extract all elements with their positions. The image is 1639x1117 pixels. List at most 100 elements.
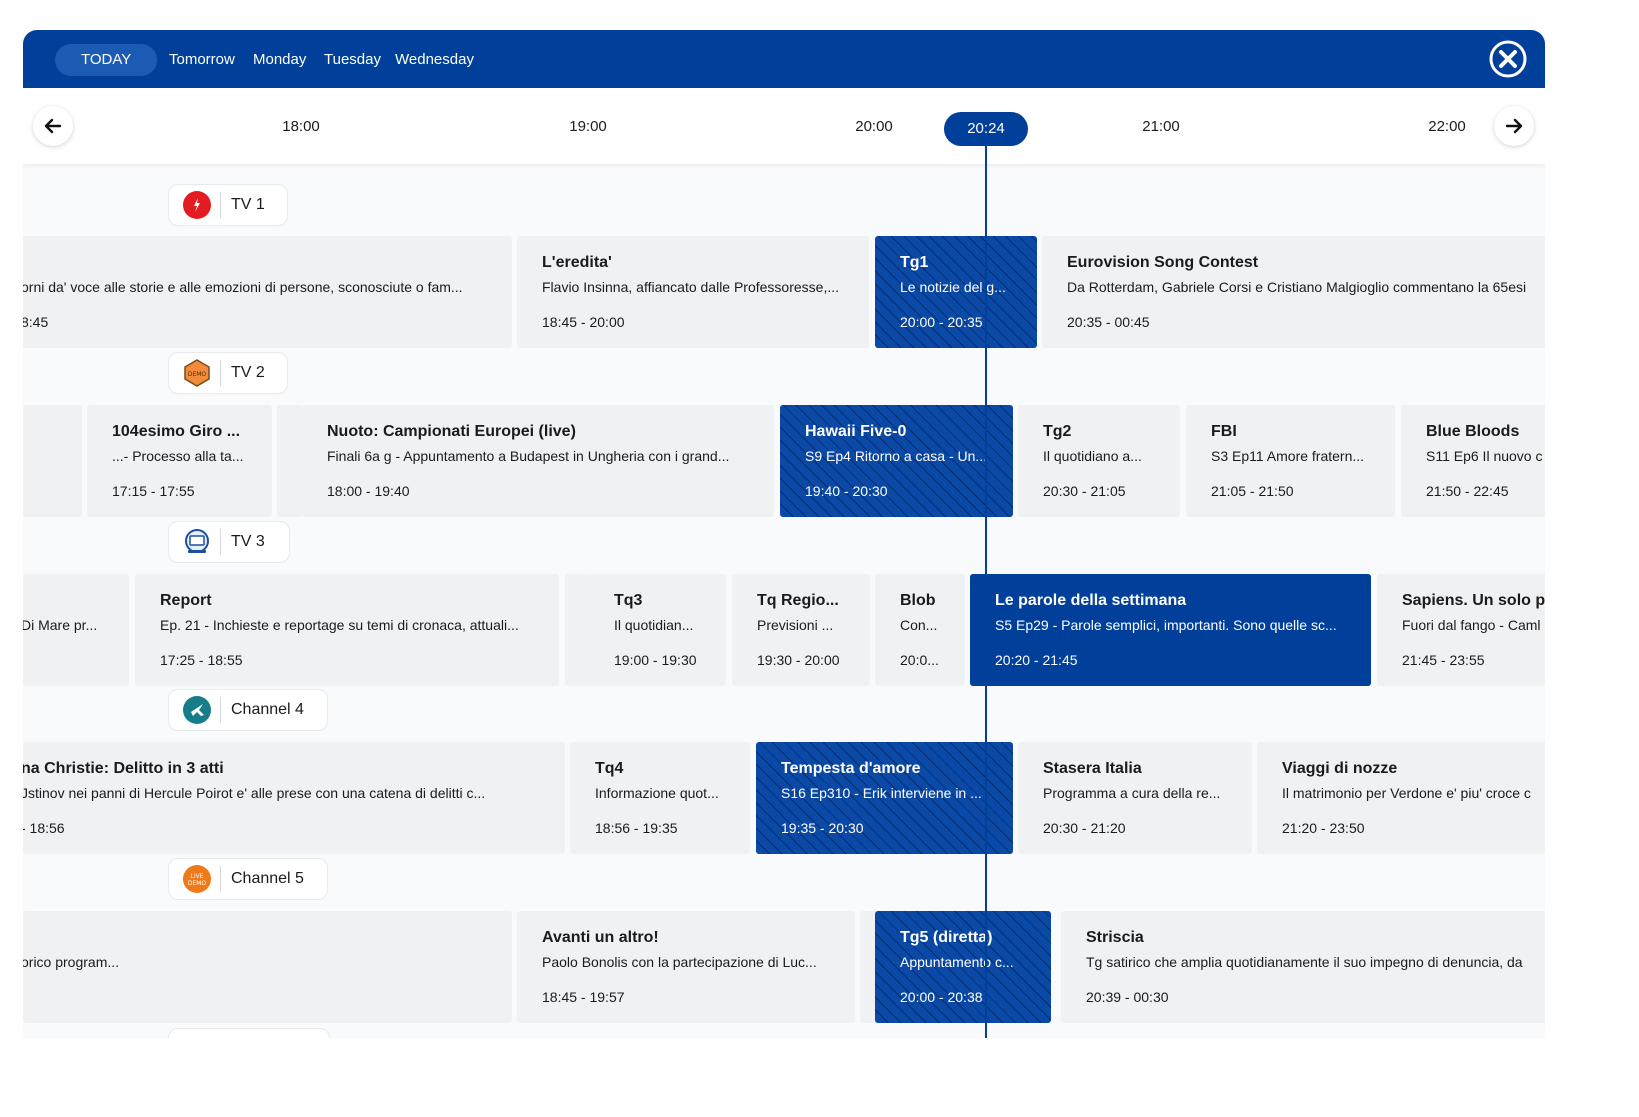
- tab-wednesday[interactable]: Wednesday: [395, 44, 474, 76]
- program-card-current[interactable]: Tg5 (diretta) Appuntamento c... 20:00 - …: [875, 911, 1051, 1023]
- program-title: Tg5 (diretta): [900, 929, 993, 946]
- program-time: 18:56 - 19:35: [595, 820, 678, 836]
- program-description: orni da' voce alle storie e alle emozion…: [23, 279, 463, 295]
- program-time: 20:35 - 00:45: [1067, 314, 1150, 330]
- channel-label-channel4[interactable]: Channel 4: [168, 689, 328, 731]
- separator: [220, 360, 221, 386]
- program-card[interactable]: 104esimo Giro ... ...- Processo alla ta.…: [87, 405, 272, 517]
- program-title: Le parole della settimana: [995, 592, 1187, 609]
- program-card[interactable]: Blue Bloods S11 Ep6 Il nuovo c 21:50 - 2…: [1401, 405, 1545, 517]
- scroll-back-button[interactable]: [33, 106, 73, 146]
- channel-label-tv3[interactable]: TV 3: [168, 521, 290, 563]
- program-card[interactable]: Tq4 Informazione quot... 18:56 - 19:35: [570, 742, 750, 854]
- program-card[interactable]: Tg2 Il quotidiano a... 20:30 - 21:05: [1018, 405, 1180, 517]
- program-card[interactable]: Report Ep. 21 - Inchieste e reportage su…: [135, 574, 559, 686]
- channel-label-next[interactable]: [168, 1028, 330, 1038]
- time-tick: 18:00: [282, 118, 320, 135]
- program-card[interactable]: [277, 405, 302, 517]
- tab-tomorrow[interactable]: Tomorrow: [169, 44, 235, 76]
- separator: [220, 192, 221, 218]
- program-description: Il quotidiano a...: [1043, 448, 1142, 464]
- arrow-left-icon: [44, 118, 62, 134]
- program-title: Tq4: [595, 760, 624, 777]
- program-time: 17:15 - 17:55: [112, 483, 195, 499]
- program-card[interactable]: Tq Regio... Previsioni ... 19:30 - 20:00: [732, 574, 870, 686]
- program-time: 21:20 - 23:50: [1282, 820, 1365, 836]
- program-description: Fuori dal fango - Caml: [1402, 617, 1541, 633]
- program-title: Striscia: [1086, 929, 1144, 946]
- program-title: Tg2: [1043, 423, 1072, 440]
- program-card[interactable]: FBI S3 Ep11 Amore fratern... 21:05 - 21:…: [1186, 405, 1395, 517]
- program-card[interactable]: Viaggi di nozze Il matrimonio per Verdon…: [1257, 742, 1545, 854]
- current-time-badge: 20:24: [944, 112, 1028, 146]
- program-title: Sapiens. Un solo pi: [1402, 592, 1545, 609]
- tv-guide: TODAY Tomorrow Monday Tuesday Wednesday …: [23, 30, 1545, 1038]
- channel4-logo-icon: [183, 696, 211, 724]
- program-card[interactable]: Di Mare pr...: [23, 574, 129, 686]
- program-description: Le notizie del g...: [900, 279, 1006, 295]
- program-card[interactable]: Blob Con... 20:0...: [875, 574, 965, 686]
- program-card[interactable]: [23, 405, 82, 517]
- tab-monday[interactable]: Monday: [253, 44, 306, 76]
- separator: [220, 866, 221, 892]
- svg-text:DEMO: DEMO: [188, 880, 207, 887]
- program-description: Ep. 21 - Inchieste e reportage su temi d…: [160, 617, 519, 633]
- program-card[interactable]: orni da' voce alle storie e alle emozion…: [23, 236, 512, 348]
- program-card[interactable]: Sapiens. Un solo pi Fuori dal fango - Ca…: [1377, 574, 1545, 686]
- time-tick: 19:00: [569, 118, 607, 135]
- program-time: 20:39 - 00:30: [1086, 989, 1169, 1005]
- program-description: ...- Processo alla ta...: [112, 448, 244, 464]
- program-title: Nuoto: Campionati Europei (live): [327, 423, 576, 440]
- program-description: Paolo Bonolis con la partecipazione di L…: [542, 954, 817, 970]
- program-description: S9 Ep4 Ritorno a casa - Un...: [805, 448, 988, 464]
- program-card[interactable]: orico program...: [23, 911, 512, 1023]
- program-card[interactable]: [565, 574, 590, 686]
- program-time: 21:45 - 23:55: [1402, 652, 1485, 668]
- program-title: Tq Regio...: [757, 592, 839, 609]
- program-time: 19:30 - 20:00: [757, 652, 840, 668]
- program-title: Stasera Italia: [1043, 760, 1142, 777]
- program-card[interactable]: na Christie: Delitto in 3 atti Jstinov n…: [23, 742, 565, 854]
- channel-name: TV 3: [231, 533, 265, 550]
- program-card-current[interactable]: Tg1 Le notizie del g... 20:00 - 20:35: [875, 236, 1037, 348]
- program-description: Jstinov nei panni di Hercule Poirot e' a…: [23, 785, 486, 801]
- program-card[interactable]: Striscia Tg satirico che amplia quotidia…: [1061, 911, 1545, 1023]
- tv3-logo-icon: [183, 528, 211, 556]
- channel-label-tv1[interactable]: TV 1: [168, 184, 288, 226]
- channel-label-channel5[interactable]: LIVE DEMO Channel 5: [168, 858, 328, 900]
- program-card-current[interactable]: Tempesta d'amore S16 Ep310 - Erik interv…: [756, 742, 1013, 854]
- close-button[interactable]: [1488, 39, 1528, 79]
- tab-tuesday[interactable]: Tuesday: [324, 44, 381, 76]
- program-time: 18:00 - 19:40: [327, 483, 410, 499]
- program-title: 104esimo Giro ...: [112, 423, 241, 440]
- program-card[interactable]: Avanti un altro! Paolo Bonolis con la pa…: [517, 911, 855, 1023]
- svg-text:LIVE: LIVE: [190, 873, 203, 880]
- scroll-forward-button[interactable]: [1494, 106, 1534, 146]
- program-card[interactable]: L'eredita' Flavio Insinna, affiancato da…: [517, 236, 869, 348]
- program-time: 19:35 - 20:30: [781, 820, 864, 836]
- program-time: 20:30 - 21:05: [1043, 483, 1126, 499]
- program-title: Blob: [900, 592, 936, 609]
- channel5-logo-icon: LIVE DEMO: [183, 865, 211, 893]
- program-description: Di Mare pr...: [23, 617, 98, 633]
- program-card-current[interactable]: Le parole della settimana S5 Ep29 - Paro…: [970, 574, 1371, 686]
- program-card[interactable]: Tq3 Il quotidian... 19:00 - 19:30: [589, 574, 726, 686]
- program-card[interactable]: Nuoto: Campionati Europei (live) Finali …: [302, 405, 774, 517]
- separator: [220, 529, 221, 555]
- program-description: orico program...: [23, 954, 120, 970]
- program-card[interactable]: Stasera Italia Programma a cura della re…: [1018, 742, 1252, 854]
- current-time-line: [985, 146, 987, 1038]
- program-time: 19:00 - 19:30: [614, 652, 697, 668]
- program-time: - 18:56: [23, 820, 65, 836]
- program-description: Il quotidian...: [614, 617, 694, 633]
- tab-today[interactable]: TODAY: [55, 44, 158, 76]
- channel-label-tv2[interactable]: DEMO TV 2: [168, 352, 288, 394]
- program-description: Informazione quot...: [595, 785, 719, 801]
- separator: [220, 697, 221, 723]
- program-card-current[interactable]: Hawaii Five-0 S9 Ep4 Ritorno a casa - Un…: [780, 405, 1013, 517]
- channel-name: Channel 4: [231, 701, 304, 718]
- program-card[interactable]: Eurovision Song Contest Da Rotterdam, Ga…: [1042, 236, 1545, 348]
- time-tick: 21:00: [1142, 118, 1180, 135]
- program-title: Hawaii Five-0: [805, 423, 907, 440]
- program-time: 20:0...: [900, 652, 939, 668]
